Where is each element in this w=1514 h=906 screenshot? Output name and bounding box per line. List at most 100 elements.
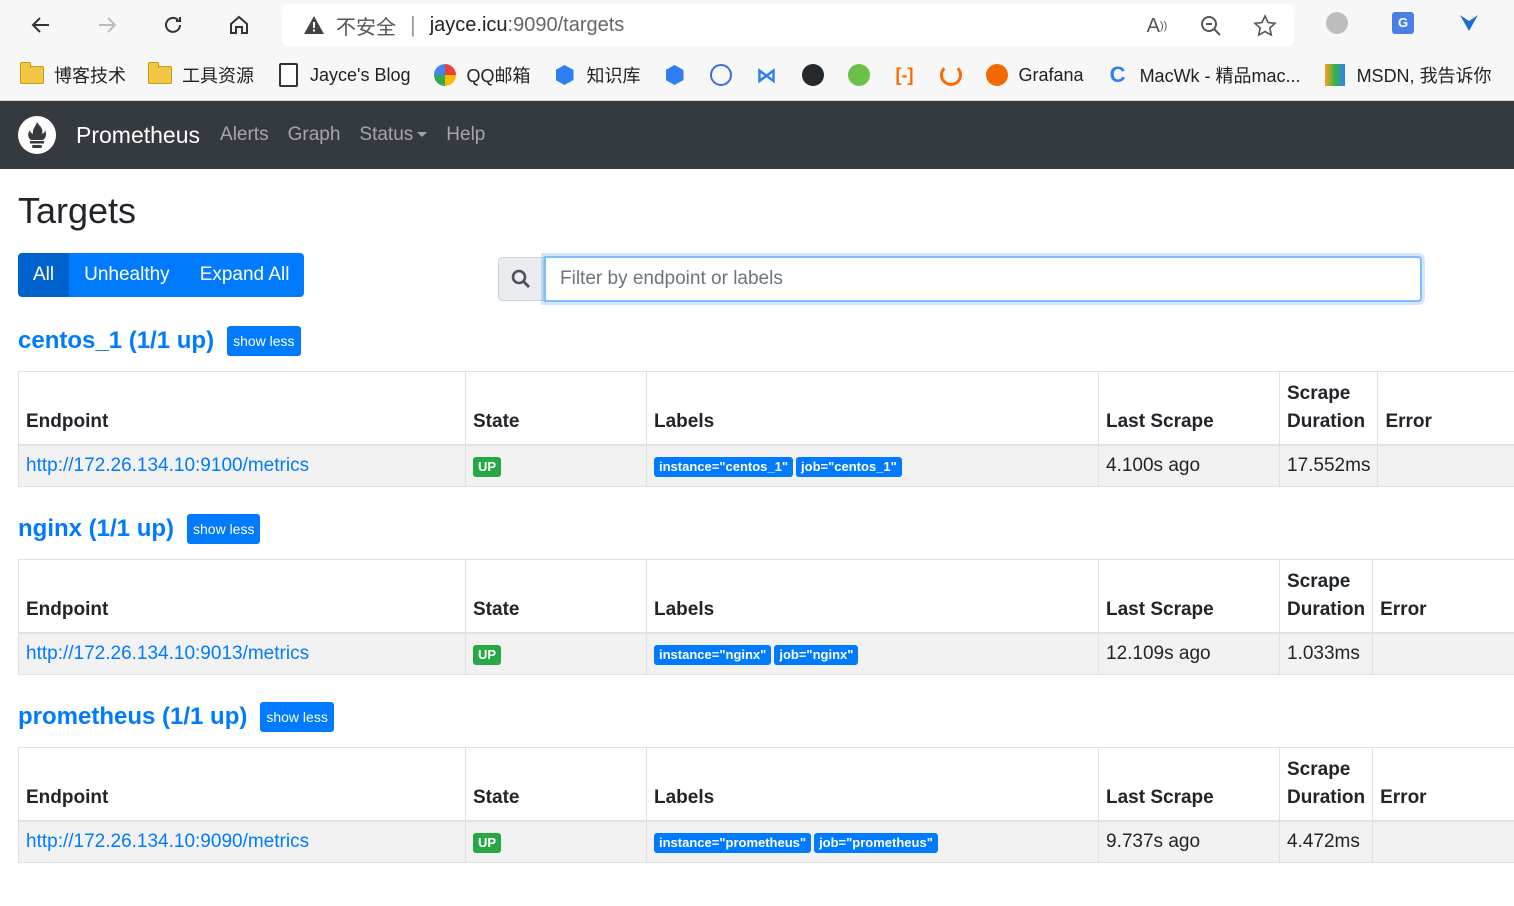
all-button[interactable]: All bbox=[18, 253, 70, 297]
url-text[interactable]: jayce.icu:9090/targets bbox=[430, 14, 625, 37]
url-host: jayce.icu bbox=[429, 13, 508, 36]
bookmark-jayce-blog[interactable]: Jayce's Blog bbox=[276, 63, 411, 87]
address-separator: | bbox=[410, 12, 416, 37]
show-less-button[interactable]: show less bbox=[260, 702, 334, 732]
error-cell bbox=[1377, 444, 1514, 487]
pool-header: nginx (1/1 up) show less bbox=[18, 507, 1514, 551]
zoom-icon[interactable] bbox=[1198, 13, 1224, 39]
col-endpoint: Endpoint bbox=[18, 371, 466, 446]
show-less-button[interactable]: show less bbox=[187, 514, 261, 544]
col-labels: Labels bbox=[646, 559, 1099, 634]
refresh-icon[interactable] bbox=[156, 8, 190, 42]
state-cell: UP bbox=[465, 444, 647, 487]
translate-icon[interactable]: G bbox=[1390, 10, 1416, 36]
back-icon[interactable] bbox=[24, 8, 58, 42]
table-header-row: Endpoint State Labels Last Scrape Scrape… bbox=[18, 747, 1514, 822]
endpoint-cell: http://172.26.134.10:9100/metrics bbox=[18, 444, 466, 487]
forward-icon[interactable] bbox=[90, 8, 124, 42]
search-icon bbox=[498, 257, 544, 301]
endpoint-link[interactable]: http://172.26.134.10:9100/metrics bbox=[26, 455, 309, 476]
nav-status[interactable]: Status bbox=[359, 124, 428, 146]
bookmark-knowledge[interactable]: 知识库 bbox=[553, 62, 641, 88]
pool-title[interactable]: centos_1 (1/1 up) bbox=[18, 327, 214, 355]
endpoint-cell: http://172.26.134.10:9090/metrics bbox=[18, 820, 466, 863]
targets-table: Endpoint State Labels Last Scrape Scrape… bbox=[18, 371, 1514, 487]
table-row: http://172.26.134.10:9090/metrics UP ins… bbox=[18, 820, 1514, 863]
endpoint-link[interactable]: http://172.26.134.10:9090/metrics bbox=[26, 831, 309, 852]
nav-graph[interactable]: Graph bbox=[288, 124, 341, 146]
pool-title[interactable]: prometheus (1/1 up) bbox=[18, 703, 247, 731]
bookmark-github[interactable] bbox=[801, 63, 825, 87]
hexagon-icon bbox=[663, 63, 687, 87]
labels-cell: instance="centos_1" job="centos_1" bbox=[646, 444, 1099, 487]
label-badge: job="centos_1" bbox=[796, 457, 902, 477]
unhealthy-button[interactable]: Unhealthy bbox=[69, 253, 185, 297]
bookmark-grafana[interactable]: Grafana bbox=[985, 63, 1084, 87]
col-endpoint: Endpoint bbox=[18, 559, 466, 634]
col-scrape-duration: Scrape Duration bbox=[1278, 371, 1379, 446]
endpoint-link[interactable]: http://172.26.134.10:9013/metrics bbox=[26, 643, 309, 664]
nav-help[interactable]: Help bbox=[446, 124, 485, 146]
bookmark-label: Jayce's Blog bbox=[310, 64, 411, 85]
col-state: State bbox=[465, 559, 647, 634]
error-cell bbox=[1372, 820, 1514, 863]
label-badge: job="prometheus" bbox=[814, 833, 938, 853]
table-row: http://172.26.134.10:9013/metrics UP ins… bbox=[18, 632, 1514, 675]
brand[interactable]: Prometheus bbox=[18, 116, 200, 154]
github-icon bbox=[801, 63, 825, 87]
arc-icon bbox=[939, 63, 963, 87]
bookmark-icon-2[interactable] bbox=[709, 63, 733, 87]
pool-title[interactable]: nginx (1/1 up) bbox=[18, 515, 174, 543]
targets-toolbar: All Unhealthy Expand All bbox=[18, 233, 1514, 319]
state-cell: UP bbox=[465, 820, 647, 863]
warning-icon bbox=[302, 13, 326, 37]
bookmark-msdn[interactable]: MSDN, 我告诉你 bbox=[1323, 62, 1492, 88]
url-path: :9090/targets bbox=[507, 13, 625, 36]
macwk-icon: C bbox=[1109, 62, 1126, 87]
bookmark-macwk[interactable]: C MacWk - 精品mac... bbox=[1106, 62, 1301, 88]
col-endpoint: Endpoint bbox=[18, 747, 466, 822]
msdn-icon bbox=[1323, 63, 1347, 87]
bookmark-icon-7[interactable] bbox=[939, 63, 963, 87]
duration-cell: 4.472ms bbox=[1278, 820, 1374, 863]
col-scrape-duration-line2: Duration bbox=[1287, 787, 1366, 808]
favorite-add-icon[interactable] bbox=[1252, 13, 1278, 39]
insecure-label: 不安全 bbox=[336, 16, 396, 39]
bookmark-icon-1[interactable] bbox=[663, 63, 687, 87]
address-bar[interactable]: 不安全 | jayce.icu:9090/targets A)) bbox=[282, 4, 1294, 46]
endpoint-cell: http://172.26.134.10:9013/metrics bbox=[18, 632, 466, 675]
labels-cell: instance="nginx" job="nginx" bbox=[646, 632, 1099, 675]
page-title: Targets bbox=[18, 190, 137, 231]
bookmark-folder-blog[interactable]: 博客技术 bbox=[20, 62, 126, 88]
bookmark-icon-5[interactable] bbox=[847, 63, 871, 87]
bookmark-aliyun[interactable]: [-] bbox=[893, 63, 917, 87]
targets-table: Endpoint State Labels Last Scrape Scrape… bbox=[18, 559, 1514, 675]
qq-mail-icon bbox=[433, 63, 457, 87]
col-last-scrape: Last Scrape bbox=[1098, 371, 1280, 446]
brand-name: Prometheus bbox=[76, 121, 201, 148]
bookmark-folder-tools[interactable]: 工具资源 bbox=[148, 62, 254, 88]
caret-down-icon bbox=[417, 132, 428, 138]
expand-all-button[interactable]: Expand All bbox=[184, 253, 305, 297]
bookmark-icon-3[interactable]: ⋈ bbox=[755, 63, 779, 87]
col-labels: Labels bbox=[646, 371, 1099, 446]
main-content: Targets All Unhealthy Expand All centos_… bbox=[0, 189, 1514, 863]
browser-toolbar: 不安全 | jayce.icu:9090/targets A)) G bbox=[0, 0, 1514, 50]
read-aloud-icon[interactable]: A)) bbox=[1144, 13, 1170, 39]
show-less-button[interactable]: show less bbox=[227, 326, 301, 356]
nav-alerts[interactable]: Alerts bbox=[220, 124, 269, 146]
bookmark-label: Grafana bbox=[1018, 64, 1084, 85]
last-scrape-cell: 9.737s ago bbox=[1098, 820, 1280, 863]
home-icon[interactable] bbox=[222, 8, 256, 42]
col-scrape-duration-line1: Scrape bbox=[1287, 571, 1351, 592]
search-input[interactable] bbox=[544, 256, 1422, 302]
search-group bbox=[498, 256, 1422, 302]
vpn-extension-icon[interactable] bbox=[1456, 10, 1482, 36]
bookmark-qq-mail[interactable]: QQ邮箱 bbox=[433, 62, 531, 88]
extension-icon[interactable] bbox=[1324, 10, 1350, 36]
col-scrape-duration: Scrape Duration bbox=[1278, 747, 1374, 822]
bookmark-label: 博客技术 bbox=[54, 66, 126, 86]
col-error: Error bbox=[1372, 559, 1514, 634]
nav-status-label: Status bbox=[359, 124, 414, 145]
col-scrape-duration-line1: Scrape bbox=[1287, 383, 1351, 404]
